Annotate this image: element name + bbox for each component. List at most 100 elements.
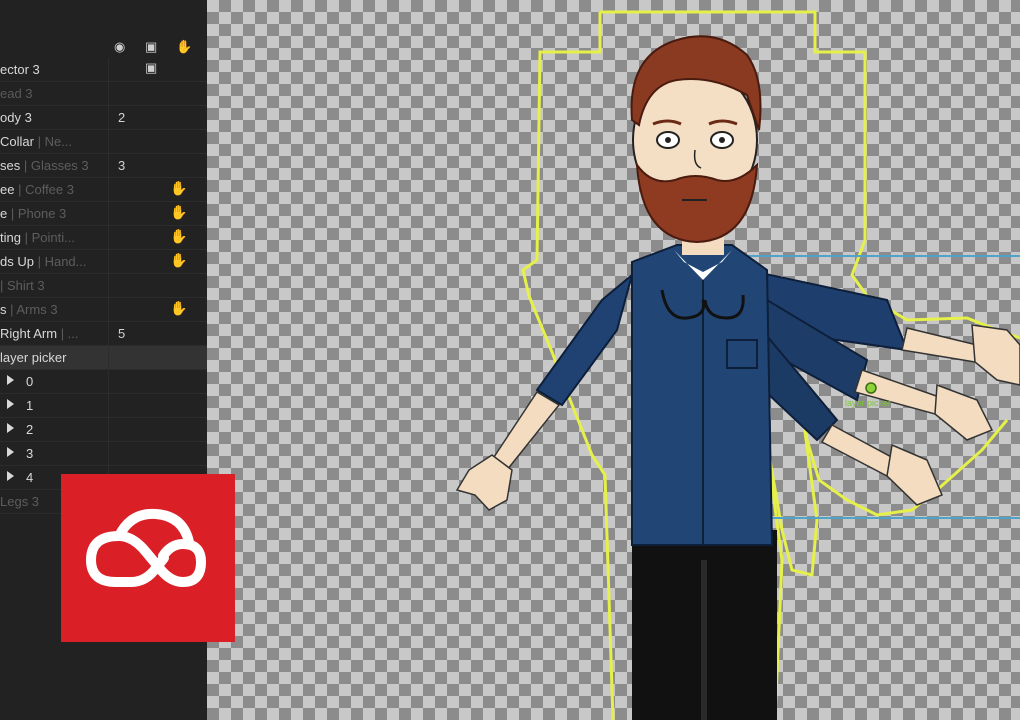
layer-list: ector 3 ead 3 ody 3 2 Collar | Ne... ses | G…	[0, 58, 207, 514]
layer-count: 2	[118, 110, 126, 125]
column-divider	[108, 82, 109, 105]
layer-picker-handle[interactable]	[865, 382, 877, 394]
column-divider	[108, 178, 109, 201]
layer-name-text: ds Up	[0, 254, 34, 269]
column-divider	[108, 394, 109, 417]
layer-source-text: Legs 3	[0, 494, 40, 509]
picker-option-label: 2	[26, 422, 34, 437]
layer-name: Right Arm | ...	[0, 326, 106, 341]
expand-triangle-icon[interactable]	[7, 399, 14, 409]
layer-name: layer picker	[0, 350, 106, 365]
puppet-outline	[768, 409, 819, 577]
layer-name-text: ector 3	[0, 62, 40, 77]
picker-option-row[interactable]: 1	[0, 394, 207, 418]
layer-name-text: layer picker	[0, 350, 67, 365]
layer-source-text: | Hand...	[33, 254, 87, 269]
layer-row[interactable]: Right Arm | ... 5	[0, 322, 207, 346]
column-divider	[108, 274, 109, 297]
hand-icon[interactable]: ✋	[170, 228, 187, 245]
layer-name: ee | Coffee 3	[0, 182, 106, 197]
picker-option-label: 1	[26, 398, 34, 413]
layer-name: ting | Pointi...	[0, 230, 106, 245]
creative-cloud-logo	[61, 474, 235, 642]
camera-icon[interactable]: ▣	[145, 40, 157, 54]
puppet-forearm	[901, 327, 978, 363]
layer-source-text: | Arms 3	[6, 302, 58, 317]
layer-row[interactable]: Collar | Ne...	[0, 130, 207, 154]
layer-source-text: | Glasses 3	[20, 158, 89, 173]
layer-source-text: | Pointi...	[20, 230, 75, 245]
layer-source-text: | Coffee 3	[14, 182, 74, 197]
panel-header: ◉ ▣ ✋ ▣	[0, 28, 207, 75]
column-divider	[108, 370, 109, 393]
layer-picker-row[interactable]: layer picker	[0, 346, 207, 370]
column-divider	[108, 58, 109, 81]
expand-triangle-icon[interactable]	[7, 423, 14, 433]
puppet-hand	[455, 454, 513, 511]
column-divider	[108, 130, 109, 153]
picker-option-label: 0	[26, 374, 34, 389]
layer-source-text: | Ne...	[33, 134, 73, 149]
layer-row[interactable]: ee | Coffee 3 ✋	[0, 178, 207, 202]
layer-name: ds Up | Hand...	[0, 254, 106, 269]
column-divider	[108, 226, 109, 249]
layer-name: ody 3	[0, 110, 106, 125]
hand-icon[interactable]: ✋	[170, 180, 187, 197]
expand-triangle-icon[interactable]	[7, 447, 14, 457]
layer-row[interactable]: ds Up | Hand... ✋	[0, 250, 207, 274]
layer-name-text: ting	[0, 230, 21, 245]
column-divider	[108, 154, 109, 177]
column-divider	[108, 298, 109, 321]
layer-source-text: | ...	[57, 326, 79, 341]
column-divider	[108, 418, 109, 441]
creative-cloud-icon	[85, 508, 207, 588]
column-divider	[108, 202, 109, 225]
column-divider	[108, 106, 109, 129]
puppet-legs-gap	[701, 560, 707, 720]
layer-name-text: ead 3	[0, 86, 33, 101]
layer-row[interactable]: e | Phone 3 ✋	[0, 202, 207, 226]
layer-name-text: ody 3	[0, 110, 32, 125]
picker-option-row[interactable]: 0	[0, 370, 207, 394]
hand-icon[interactable]: ✋	[170, 252, 187, 269]
layer-row[interactable]: | Shirt 3	[0, 274, 207, 298]
layer-name-text: Right Arm	[0, 326, 58, 341]
layer-row[interactable]: s | Arms 3 ✋	[0, 298, 207, 322]
hand-icon[interactable]: ✋	[170, 300, 187, 317]
layer-name: ector 3	[0, 62, 106, 77]
puppet-hand	[934, 383, 994, 441]
puppet-pupil	[665, 137, 671, 143]
picker-option-row[interactable]: 3	[0, 442, 207, 466]
column-divider	[108, 442, 109, 465]
layer-name: s | Arms 3	[0, 302, 106, 317]
layer-count: 5	[118, 326, 126, 341]
layer-name-text: ses	[0, 158, 21, 173]
layer-row[interactable]: ody 3 2	[0, 106, 207, 130]
record-icon[interactable]: ◉	[114, 40, 125, 54]
layer-name: ses | Glasses 3	[0, 158, 106, 173]
expand-triangle-icon[interactable]	[7, 375, 14, 385]
layer-row[interactable]: ector 3	[0, 58, 207, 82]
layer-name: Collar | Ne...	[0, 134, 106, 149]
scene-canvas[interactable]: layer picker	[207, 0, 1020, 720]
layer-picker-handle-label: layer picker	[845, 398, 891, 408]
hand-icon[interactable]: ✋	[170, 204, 187, 221]
layer-source-text: | Shirt 3	[0, 278, 45, 293]
hand-icon[interactable]: ✋	[176, 40, 192, 54]
layer-source-text: | Phone 3	[7, 206, 67, 221]
layer-row[interactable]: ses | Glasses 3 3	[0, 154, 207, 178]
picker-option-label: 4	[26, 470, 34, 485]
puppet-pupil	[719, 137, 725, 143]
puppet-arm	[535, 272, 634, 407]
column-divider	[108, 322, 109, 345]
puppet-scene: layer picker	[455, 10, 1020, 720]
layer-row[interactable]: ead 3	[0, 82, 207, 106]
column-divider	[108, 346, 109, 369]
picker-option-row[interactable]: 2	[0, 418, 207, 442]
puppet-hand	[886, 443, 943, 506]
layer-name: e | Phone 3	[0, 206, 106, 221]
layer-name-text: ee	[0, 182, 15, 197]
expand-triangle-icon[interactable]	[7, 471, 14, 481]
layer-row[interactable]: ting | Pointi... ✋	[0, 226, 207, 250]
puppet-forearm	[820, 423, 899, 477]
